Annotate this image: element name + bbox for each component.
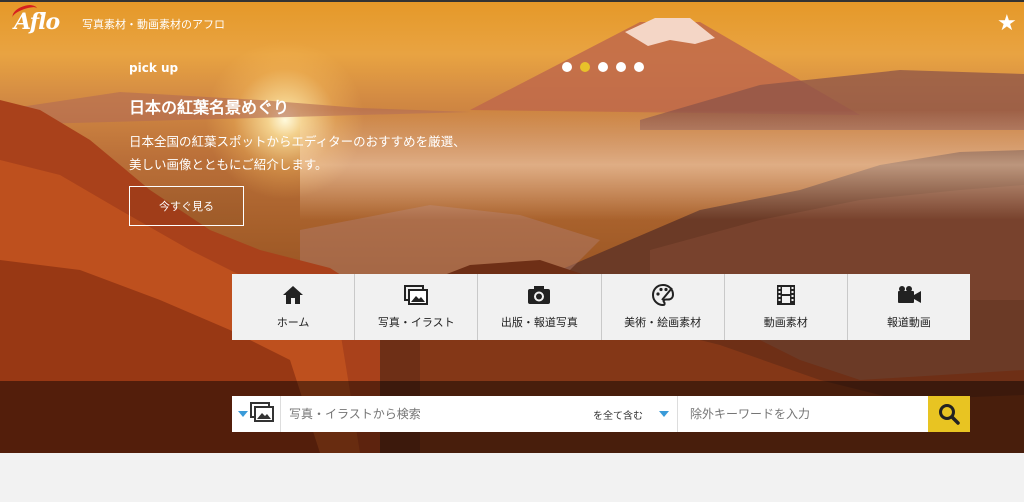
chevron-down-icon (238, 411, 248, 417)
search-mode-selector[interactable]: を全て含む (566, 396, 678, 432)
category-video-footage[interactable]: 動画素材 (724, 274, 848, 340)
category-label: ホーム (276, 316, 310, 329)
chevron-down-icon (659, 411, 669, 417)
search-type-selector[interactable] (232, 396, 281, 432)
carousel-dot[interactable] (562, 62, 572, 72)
search-mode-label: を全て含む (593, 410, 643, 422)
carousel-dot[interactable] (598, 62, 608, 72)
search-input[interactable] (281, 396, 566, 432)
hero-title: 日本の紅葉名景めぐり (129, 98, 290, 117)
hero-description: 日本全国の紅葉スポットからエディターのおすすめを厳選、 美しい画像とともにご紹介… (129, 130, 549, 176)
hero-description-line: 美しい画像とともにご紹介します。 (129, 157, 328, 172)
pickup-label: pick up (129, 61, 179, 75)
category-label: 動画素材 (763, 316, 808, 329)
carousel-dot[interactable] (616, 62, 626, 72)
top-border (0, 0, 1024, 2)
photo-icon (404, 284, 429, 306)
carousel-dots (562, 62, 644, 72)
category-photo-illustration[interactable]: 写真・イラスト (355, 274, 479, 340)
search-button[interactable] (928, 396, 970, 432)
exclude-keyword-input[interactable] (678, 396, 928, 432)
palette-icon (651, 284, 674, 306)
film-icon (775, 284, 797, 306)
category-label: 報道動画 (886, 316, 931, 329)
category-label: 美術・絵画素材 (624, 316, 702, 329)
category-label: 出版・報道写真 (500, 316, 578, 329)
category-press-photo[interactable]: 出版・報道写真 (478, 274, 602, 340)
category-nav: ホーム 写真・イラスト 出版・報道写真 美術・絵画素材 動画素材 報道動画 (232, 274, 971, 340)
search-icon (939, 404, 960, 425)
hero-description-line: 日本全国の紅葉スポットからエディターのおすすめを厳選、 (129, 134, 466, 149)
category-label: 写真・イラスト (377, 316, 455, 329)
hero-banner[interactable]: Aflo 写真素材・動画素材のアフロ ★ pick up 日本の紅葉名景めぐり … (0, 0, 1024, 453)
home-icon (282, 284, 304, 306)
star-icon[interactable]: ★ (997, 13, 1017, 35)
site-tagline: 写真素材・動画素材のアフロ (82, 18, 225, 31)
camera-icon (527, 284, 551, 306)
category-home[interactable]: ホーム (232, 274, 356, 340)
category-news-video[interactable]: 報道動画 (847, 274, 971, 340)
image-type-icon (250, 402, 274, 426)
aflo-logo[interactable]: Aflo (10, 1, 60, 35)
category-art-painting[interactable]: 美術・絵画素材 (601, 274, 725, 340)
search-bar: を全て含む (232, 396, 970, 432)
video-camera-icon (896, 284, 922, 306)
carousel-dot[interactable] (634, 62, 644, 72)
carousel-dot-active[interactable] (580, 62, 590, 72)
view-now-button[interactable]: 今すぐ見る (129, 186, 244, 226)
